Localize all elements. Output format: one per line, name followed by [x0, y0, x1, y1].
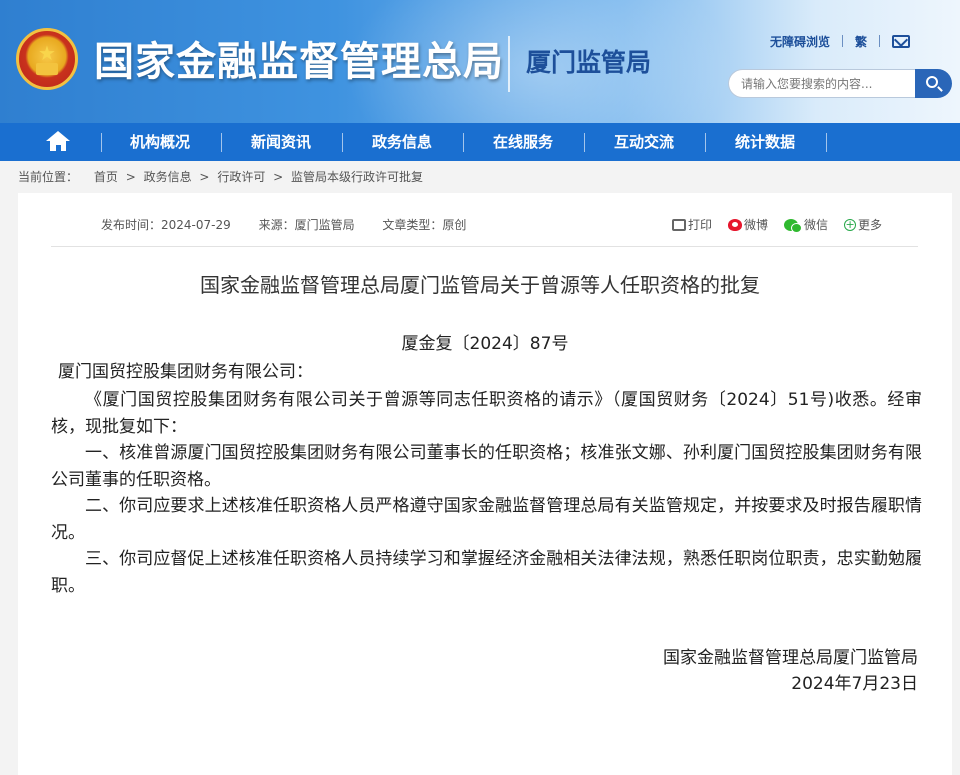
wechat-label: 微信: [804, 218, 829, 232]
title-divider: [508, 36, 510, 92]
weibo-label: 微博: [744, 218, 769, 232]
body-paragraph: 一、核准曾源厦门国贸控股集团财务有限公司董事长的任职资格；核准张文娜、孙利厦门国…: [51, 443, 922, 490]
share-wechat-button[interactable]: 微信: [784, 216, 828, 233]
article-body: 《厦门国贸控股集团财务有限公司关于曾源等同志任职资格的请示》（厦国贸财务〔202…: [51, 387, 922, 599]
more-label: 更多: [858, 218, 883, 232]
nav-divider: [584, 133, 585, 152]
search-input[interactable]: [728, 69, 915, 98]
nav-divider: [826, 133, 827, 152]
addressee: 厦门国贸控股集团财务有限公司：: [58, 362, 313, 382]
sub-title[interactable]: 厦门监管局: [526, 47, 651, 79]
home-icon[interactable]: [44, 131, 72, 153]
site-header: ★ 国家金融监督管理总局 厦门监管局 无障碍浏览 繁: [0, 0, 960, 123]
wechat-icon: [784, 218, 803, 233]
signature-block: 国家金融监督管理总局厦门监管局 2024年7月23日: [518, 645, 918, 697]
nav-item-statistics[interactable]: 统计数据: [735, 123, 795, 161]
accessibility-link[interactable]: 无障碍浏览: [770, 33, 830, 50]
site-title[interactable]: 国家金融监督管理总局: [94, 37, 504, 87]
breadcrumb-prefix: 当前位置：: [18, 170, 79, 184]
body-paragraph: 二、你司应要求上述核准任职资格人员严格遵守国家金融监督管理总局有关监管规定，并按…: [51, 496, 922, 543]
body-paragraph: 《厦门国贸控股集团财务有限公司关于曾源等同志任职资格的请示》（厦国贸财务〔202…: [51, 390, 922, 437]
nav-item-news[interactable]: 新闻资讯: [251, 123, 311, 161]
article-source: 来源：厦门监管局: [258, 218, 355, 232]
nav-item-online-service[interactable]: 在线服务: [493, 123, 553, 161]
nav-divider: [101, 133, 102, 152]
nav-divider: [463, 133, 464, 152]
nav-item-interaction[interactable]: 互动交流: [614, 123, 674, 161]
header-tools: 无障碍浏览 繁: [770, 30, 911, 52]
share-bar: 打印 微博 微信 + 更多: [672, 216, 898, 233]
print-icon: [672, 218, 686, 231]
article-type: 文章类型：原创: [382, 218, 467, 232]
breadcrumb-home[interactable]: 首页: [94, 170, 118, 184]
signature-date: 2024年7月23日: [791, 674, 918, 694]
search-box: [728, 69, 952, 98]
breadcrumb-separator: >: [273, 170, 284, 184]
traditional-chinese-link[interactable]: 繁: [855, 33, 867, 50]
search-icon: [926, 76, 938, 88]
breadcrumb-current[interactable]: 监管局本级行政许可批复: [291, 170, 423, 184]
meta-divider: [51, 246, 918, 247]
nav-divider: [221, 133, 222, 152]
print-button[interactable]: 打印: [672, 216, 712, 233]
search-icon-handle: [937, 86, 943, 92]
breadcrumb-government-info[interactable]: 政务信息: [144, 170, 192, 184]
nav-divider: [705, 133, 706, 152]
breadcrumb-separator: >: [125, 170, 136, 184]
home-icon-door: [56, 145, 61, 151]
body-paragraph: 三、你司应督促上述核准任职资格人员持续学习和掌握经济金融相关法律法规，熟悉任职岗…: [51, 549, 922, 596]
main-nav: 机构概况 新闻资讯 政务信息 在线服务 互动交流 统计数据: [0, 123, 960, 161]
signature-org: 国家金融监督管理总局厦门监管局: [663, 648, 918, 668]
gate-icon: [36, 63, 58, 75]
tools-divider: [879, 35, 881, 47]
publish-time: 发布时间：2024-07-29: [101, 218, 231, 232]
nav-divider: [342, 133, 343, 152]
national-emblem-logo[interactable]: ★: [16, 28, 78, 90]
home-icon-roof: [46, 131, 70, 141]
nav-item-government-info[interactable]: 政务信息: [372, 123, 432, 161]
weibo-icon: [728, 218, 743, 231]
share-weibo-button[interactable]: 微博: [728, 216, 768, 233]
breadcrumb-administrative-license[interactable]: 行政许可: [217, 170, 265, 184]
print-label: 打印: [688, 218, 713, 232]
search-button[interactable]: [915, 69, 952, 98]
star-icon: ★: [38, 41, 56, 65]
article-title: 国家金融监督管理总局厦门监管局关于曾源等人任职资格的批复: [200, 273, 760, 297]
document-number: 厦金复〔2024〕87号: [401, 334, 569, 354]
breadcrumb: 当前位置： 首页 > 政务信息 > 行政许可 > 监管局本级行政许可批复: [18, 169, 427, 186]
plus-circle-icon: +: [844, 217, 857, 231]
share-more-button[interactable]: + 更多: [844, 216, 882, 233]
tools-divider: [842, 35, 844, 47]
mail-icon[interactable]: [892, 34, 911, 48]
breadcrumb-separator: >: [199, 170, 210, 184]
article-meta: 发布时间：2024-07-29 来源：厦门监管局 文章类型：原创: [101, 217, 490, 233]
nav-item-about[interactable]: 机构概况: [130, 123, 190, 161]
